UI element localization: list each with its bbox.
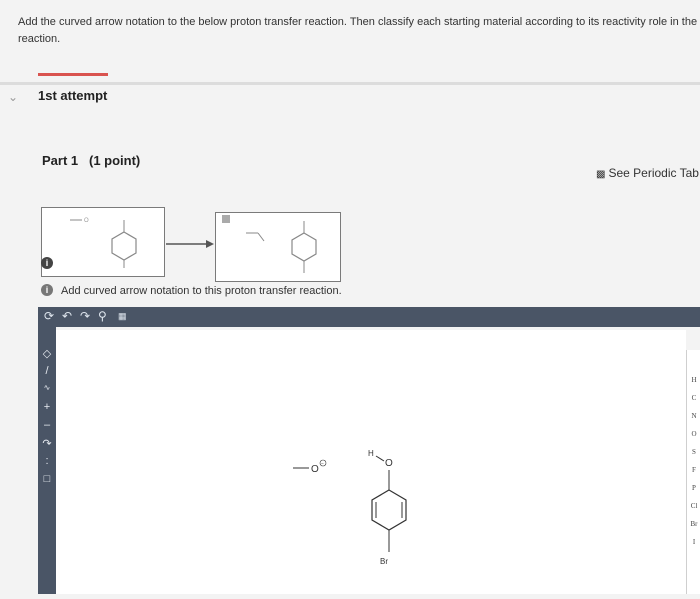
element-button-s[interactable]: S bbox=[687, 448, 700, 456]
element-button-h[interactable]: H bbox=[687, 376, 700, 384]
bromine-label: Br bbox=[380, 557, 388, 566]
periodic-table-label: See Periodic Tab bbox=[608, 166, 699, 180]
reset-icon[interactable]: ⟳ bbox=[44, 309, 54, 323]
element-button-o[interactable]: O bbox=[687, 430, 700, 438]
info-icon[interactable]: i bbox=[41, 257, 53, 269]
chevron-down-icon[interactable]: ⌄ bbox=[8, 90, 18, 104]
lone-pair-icon[interactable]: : bbox=[40, 455, 54, 467]
curved-arrow-icon[interactable]: ↷ bbox=[40, 437, 54, 450]
reaction-arrow bbox=[166, 240, 214, 248]
element-button-c[interactable]: C bbox=[687, 394, 700, 402]
element-button-i[interactable]: I bbox=[687, 538, 700, 546]
bond-icon[interactable]: / bbox=[40, 365, 54, 377]
phenol-o-label: O bbox=[385, 458, 393, 469]
charge-plus-icon[interactable]: + bbox=[40, 401, 54, 413]
part-label: Part 1 bbox=[42, 153, 79, 168]
periodic-table-icon[interactable]: ▦ bbox=[118, 311, 127, 322]
charge-minus-icon[interactable]: – bbox=[40, 419, 54, 431]
divider bbox=[0, 82, 700, 85]
phenol-h-label: H bbox=[368, 449, 374, 458]
part-points: (1 point) bbox=[88, 153, 141, 168]
element-button-cl[interactable]: Cl bbox=[687, 502, 700, 510]
element-button-f[interactable]: F bbox=[687, 466, 700, 474]
periodic-table-link[interactable]: ▩ See Periodic Tab bbox=[596, 166, 699, 180]
info-icon: i bbox=[41, 284, 53, 296]
element-button-p[interactable]: P bbox=[687, 484, 700, 492]
products-box bbox=[215, 212, 341, 282]
element-button-n[interactable]: N bbox=[687, 412, 700, 420]
chain-icon[interactable]: ∿ bbox=[40, 383, 54, 392]
question-text: Add the curved arrow notation to the bel… bbox=[18, 16, 698, 45]
reactants-box: O bbox=[41, 207, 165, 277]
drawing-canvas[interactable]: O − H O Br bbox=[56, 330, 686, 594]
svg-text:−: − bbox=[321, 461, 324, 467]
element-palette: H C N O S F P Cl Br I bbox=[686, 350, 700, 594]
eraser-icon[interactable]: ◇ bbox=[40, 347, 54, 360]
redo-icon[interactable]: ↷ bbox=[80, 309, 90, 323]
products-structure bbox=[222, 215, 317, 273]
svg-text:O: O bbox=[84, 218, 89, 224]
instruction-text: Add curved arrow notation to this proton… bbox=[61, 285, 342, 297]
box-select-icon[interactable]: □ bbox=[40, 473, 54, 485]
editor-tool-palette: ◇ / ∿ + – ↷ : □ bbox=[38, 327, 56, 594]
attempt-label[interactable]: 1st attempt bbox=[38, 88, 107, 103]
periodic-table-icon: ▩ bbox=[596, 169, 606, 180]
undo-icon[interactable]: ↶ bbox=[62, 309, 72, 323]
canvas-molecules: O − H O Br bbox=[293, 449, 407, 566]
zoom-icon[interactable]: ⚲ bbox=[98, 309, 107, 323]
part-header: Part 1 (1 point) bbox=[42, 153, 140, 168]
editor-toolbar: ⟳ ↶ ↷ ⚲ ▦ bbox=[38, 307, 700, 327]
anion-oxygen-label: O bbox=[311, 464, 319, 475]
element-button-br[interactable]: Br bbox=[687, 520, 700, 528]
reactants-structure: O bbox=[70, 218, 137, 268]
attempt-tab-indicator bbox=[38, 73, 108, 76]
